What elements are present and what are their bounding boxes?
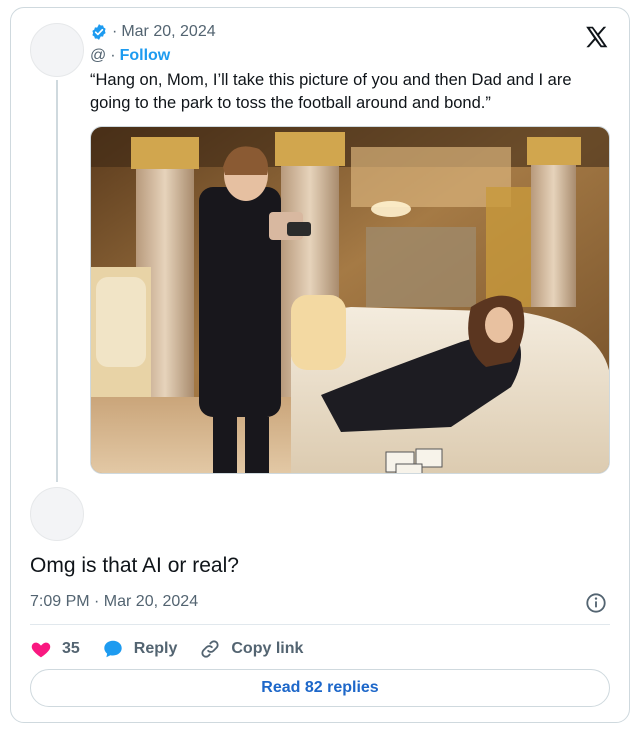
quoted-handle[interactable]: @ — [90, 47, 106, 65]
copy-link-button[interactable]: Copy link — [199, 638, 303, 660]
copy-link-label: Copy link — [231, 640, 304, 657]
thread-line — [56, 80, 58, 482]
reply-tweet-text: Omg is that AI or real? — [30, 554, 239, 577]
x-logo-icon[interactable] — [584, 24, 610, 50]
link-icon — [201, 640, 219, 658]
quoted-meta-row: · Mar 20, 2024 — [90, 23, 216, 41]
follow-button[interactable]: Follow — [120, 47, 171, 65]
quoted-tweet-text: “Hang on, Mom, I’ll take this picture of… — [90, 71, 572, 112]
reply-button[interactable]: Reply — [102, 638, 178, 660]
quoted-date[interactable]: Mar 20, 2024 — [121, 23, 215, 41]
reply-label: Reply — [133, 640, 178, 657]
heart-icon — [31, 642, 51, 658]
reply-author-avatar[interactable] — [30, 487, 84, 541]
tweet-embed-card: · Mar 20, 2024 @ · Follow “Hang on, Mom,… — [10, 7, 630, 723]
quoted-handle-row: @ · Follow — [90, 47, 170, 65]
like-count: 35 — [62, 640, 80, 657]
separator: · — [112, 23, 118, 40]
action-bar: 35 Reply Copy link — [30, 636, 325, 662]
like-button[interactable]: 35 — [30, 638, 80, 660]
info-icon[interactable] — [585, 592, 607, 614]
reply-bubble-icon — [104, 640, 122, 658]
reply-timestamp[interactable]: 7:09 PM · Mar 20, 2024 — [30, 593, 198, 611]
tweet-photo[interactable] — [90, 126, 610, 474]
read-replies-button[interactable]: Read 82 replies — [30, 669, 610, 707]
separator: · — [110, 47, 116, 64]
divider — [30, 624, 610, 625]
photo-illustration — [91, 127, 609, 473]
verified-badge-icon — [92, 24, 106, 40]
quoted-author-avatar[interactable] — [30, 23, 84, 77]
